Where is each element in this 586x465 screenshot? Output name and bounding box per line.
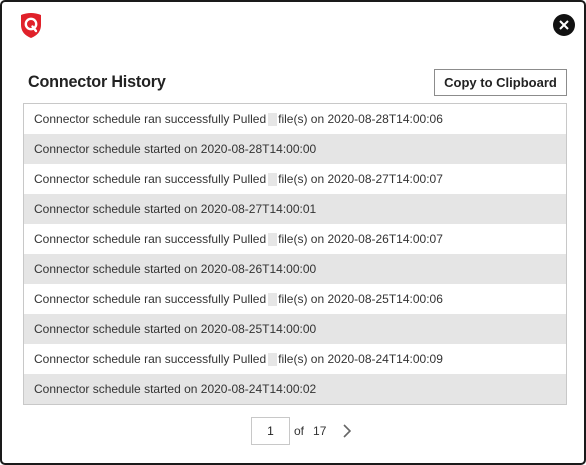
history-message-suffix: file(s) on 2020-08-26T14:00:07 [278,232,443,246]
qualys-logo-icon [19,12,43,39]
history-message-suffix: file(s) on 2020-08-27T14:00:07 [278,172,443,186]
copy-to-clipboard-button[interactable]: Copy to Clipboard [434,69,567,96]
history-message-suffix: file(s) on 2020-08-24T14:00:09 [278,352,443,366]
history-message: Connector schedule started on 2020-08-27… [34,202,317,216]
history-row: Connector schedule ran successfully Pull… [24,164,566,194]
history-row: Connector schedule started on 2020-08-26… [24,254,566,284]
chevron-right-icon [343,424,352,438]
pagination-of-label: of [294,424,305,438]
connector-history-dialog: Connector History Copy to Clipboard Conn… [0,0,586,465]
history-message: Connector schedule started on 2020-08-28… [34,142,317,156]
history-row: Connector schedule ran successfully Pull… [24,224,566,254]
history-message: Connector schedule ran successfully Pull… [34,292,267,306]
history-row: Connector schedule started on 2020-08-28… [24,134,566,164]
pagination-total-pages: 17 [313,424,327,438]
history-message: Connector schedule started on 2020-08-26… [34,262,317,276]
redacted-file-count [268,292,278,306]
history-message-suffix: file(s) on 2020-08-28T14:00:06 [278,112,443,126]
history-row: Connector schedule started on 2020-08-25… [24,314,566,344]
redacted-file-count [268,112,278,126]
history-message: Connector schedule ran successfully Pull… [34,232,267,246]
history-row: Connector schedule started on 2020-08-27… [24,194,566,224]
redacted-file-count [268,172,278,186]
history-row: Connector schedule ran successfully Pull… [24,104,566,134]
history-message: Connector schedule started on 2020-08-24… [34,382,317,396]
history-message: Connector schedule ran successfully Pull… [34,172,267,186]
history-message: Connector schedule started on 2020-08-25… [34,322,317,336]
history-message-suffix: file(s) on 2020-08-25T14:00:06 [278,292,443,306]
redacted-file-count [268,232,278,246]
dialog-title: Connector History [28,72,166,91]
history-row: Connector schedule ran successfully Pull… [24,344,566,374]
close-icon [559,20,569,30]
history-row: Connector schedule started on 2020-08-24… [24,374,566,404]
next-page-button[interactable] [340,422,354,440]
page-number-input[interactable] [251,417,290,445]
close-button[interactable] [553,14,575,36]
history-message: Connector schedule ran successfully Pull… [34,352,267,366]
history-message: Connector schedule ran successfully Pull… [34,112,267,126]
pagination: of 17 [251,417,354,445]
history-row: Connector schedule ran successfully Pull… [24,284,566,314]
history-list: Connector schedule ran successfully Pull… [23,103,567,405]
redacted-file-count [268,352,278,366]
